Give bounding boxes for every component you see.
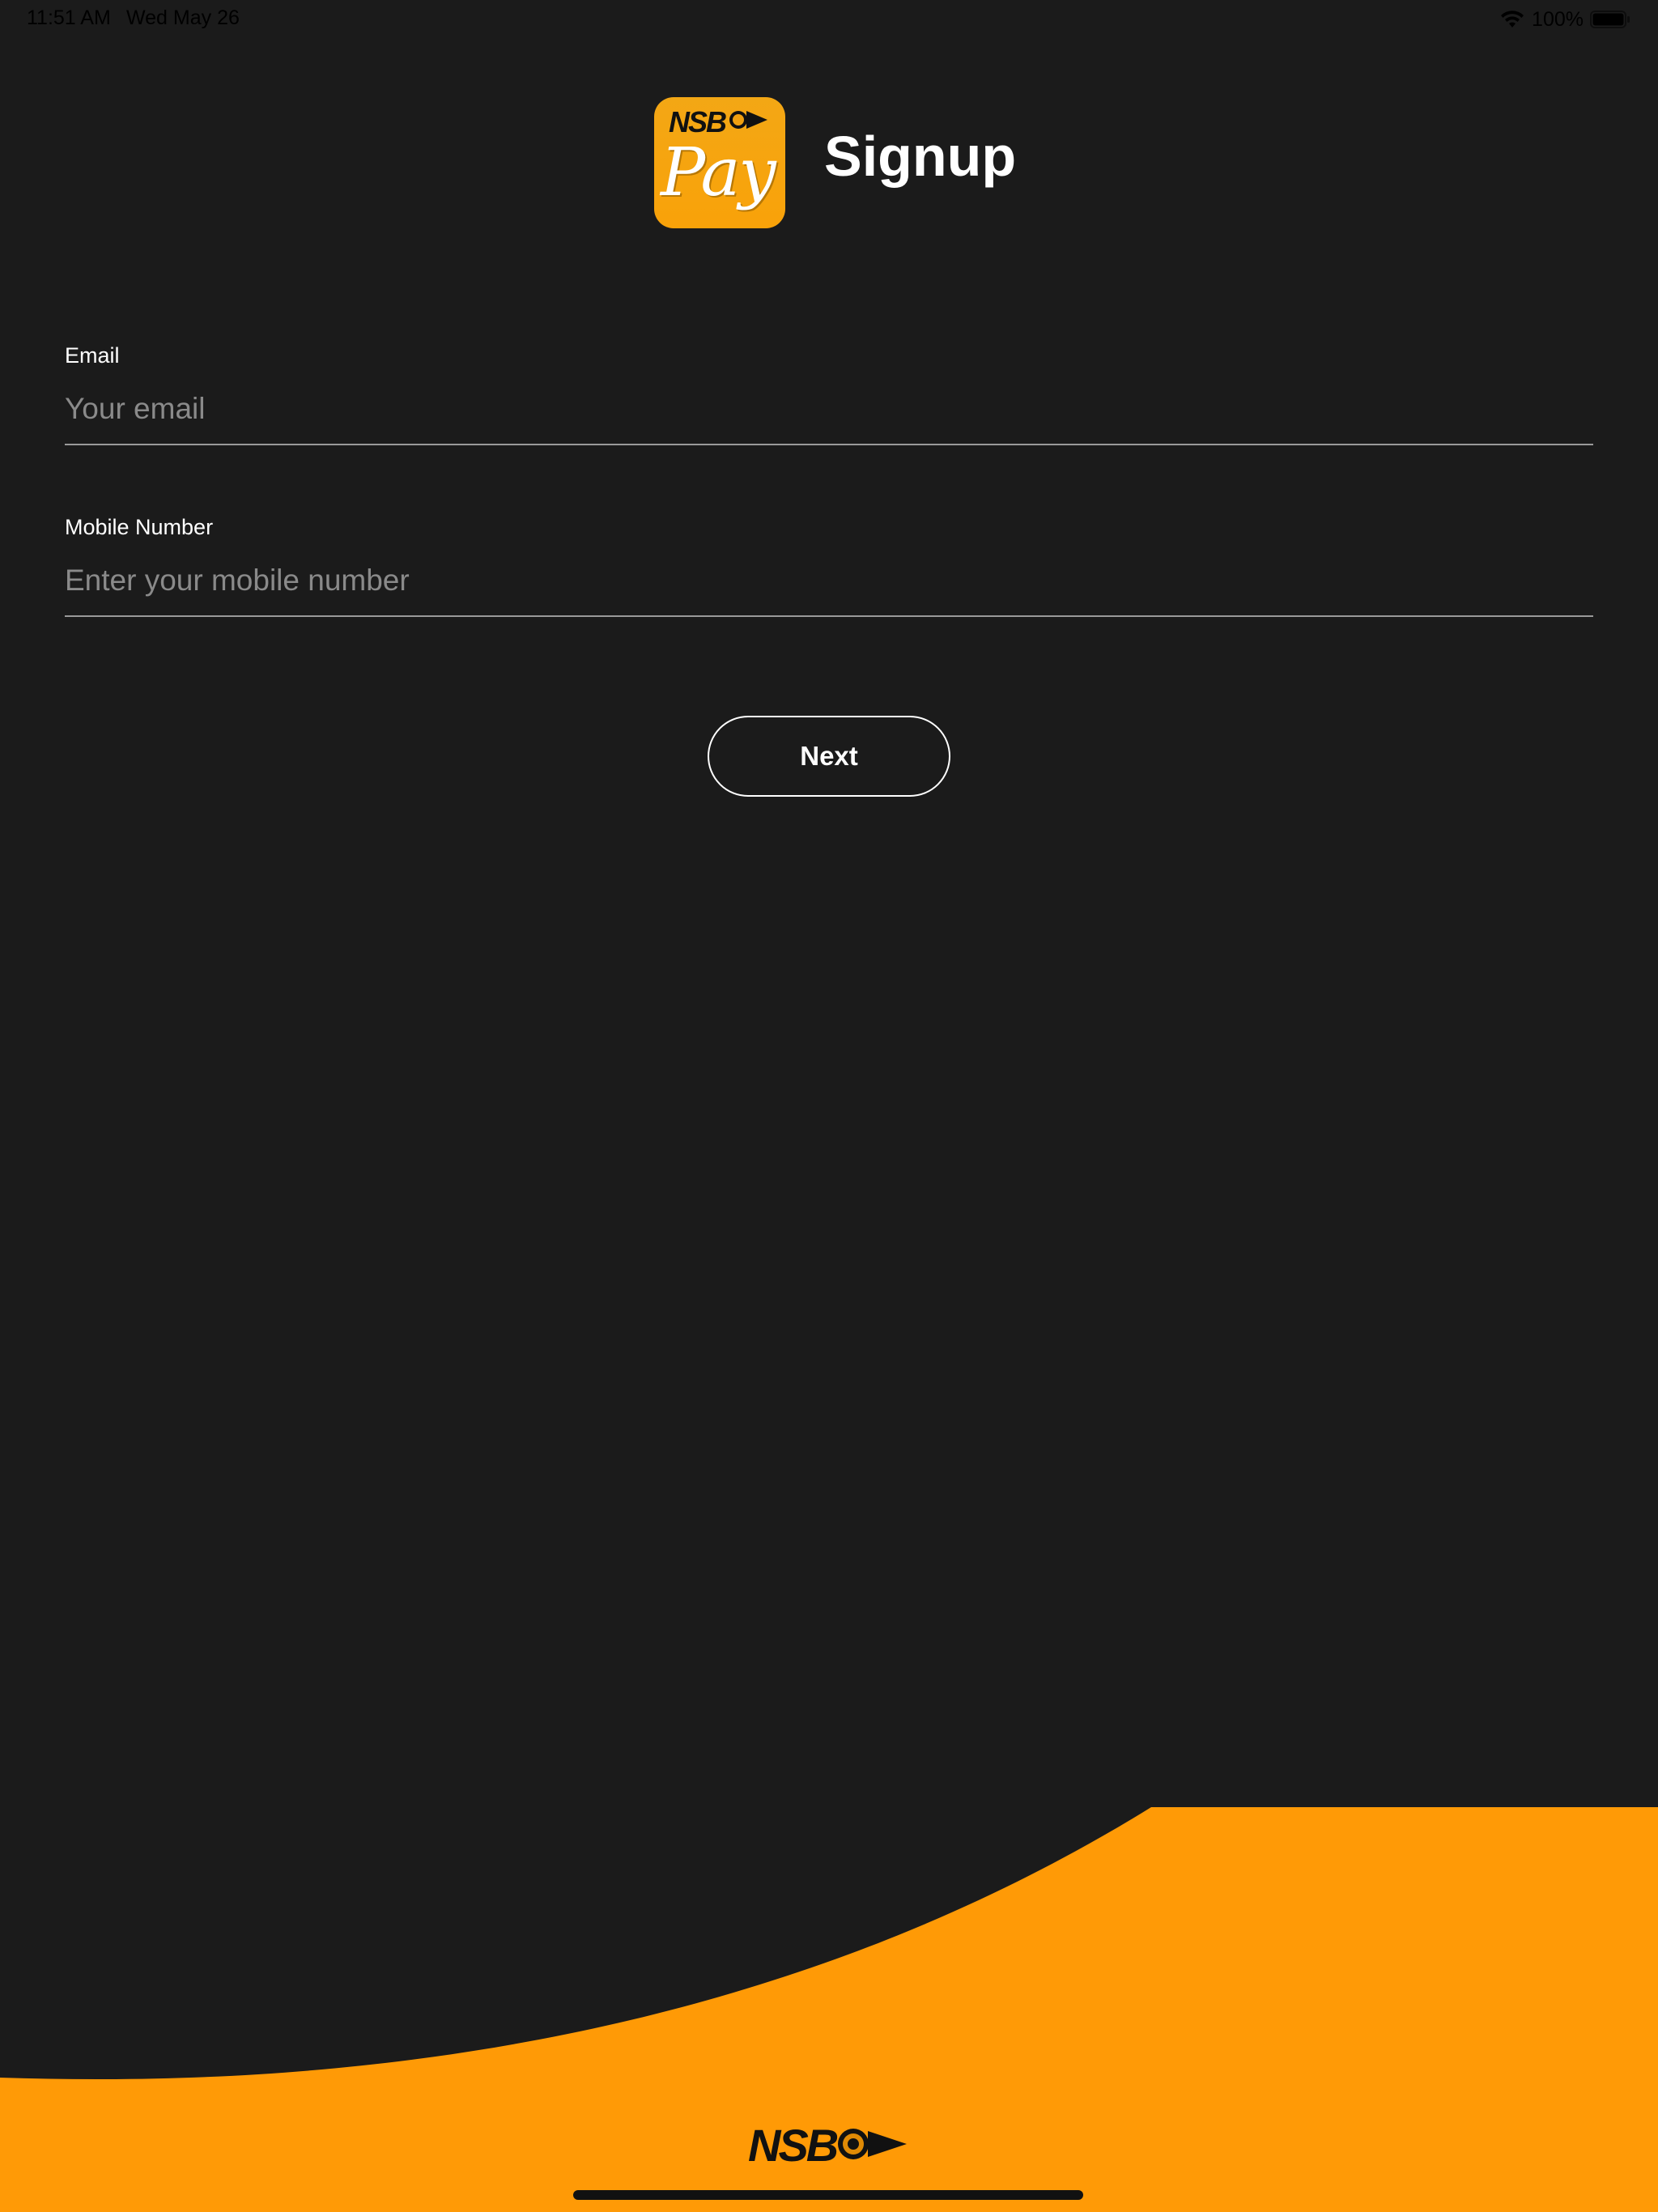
signup-screen: 11:51 AM Wed May 26 100% NSB Pay Signup …: [0, 0, 1658, 2212]
battery-icon: [1590, 11, 1630, 28]
mobile-field-group: Mobile Number: [65, 512, 1593, 617]
page-title: Signup: [824, 125, 1017, 188]
logo-pay-text: Pay: [661, 134, 776, 211]
status-time: 11:51 AM: [27, 6, 111, 29]
wifi-icon: [1501, 11, 1524, 28]
email-field-group: Email: [65, 340, 1593, 445]
home-indicator: [573, 2190, 1083, 2200]
nsb-pay-logo: NSB Pay: [654, 97, 785, 228]
footer-emblem-icon: [838, 2129, 907, 2159]
status-date: Wed May 26: [126, 6, 240, 29]
status-bar: 11:51 AM Wed May 26 100%: [0, 0, 1658, 39]
mobile-number-input[interactable]: [65, 559, 1593, 617]
mobile-number-label: Mobile Number: [65, 515, 214, 539]
status-indicators: 100%: [1499, 6, 1630, 32]
email-input[interactable]: [65, 387, 1593, 445]
bottom-wave-decoration: [0, 1807, 1658, 2212]
email-label: Email: [65, 343, 120, 368]
footer-brand-text: NSB: [748, 2120, 839, 2171]
footer-nsb-logo: NSB: [748, 2121, 910, 2170]
battery-percentage: 100%: [1532, 7, 1584, 31]
header: NSB Pay Signup: [0, 97, 1658, 228]
next-button[interactable]: Next: [708, 716, 950, 797]
